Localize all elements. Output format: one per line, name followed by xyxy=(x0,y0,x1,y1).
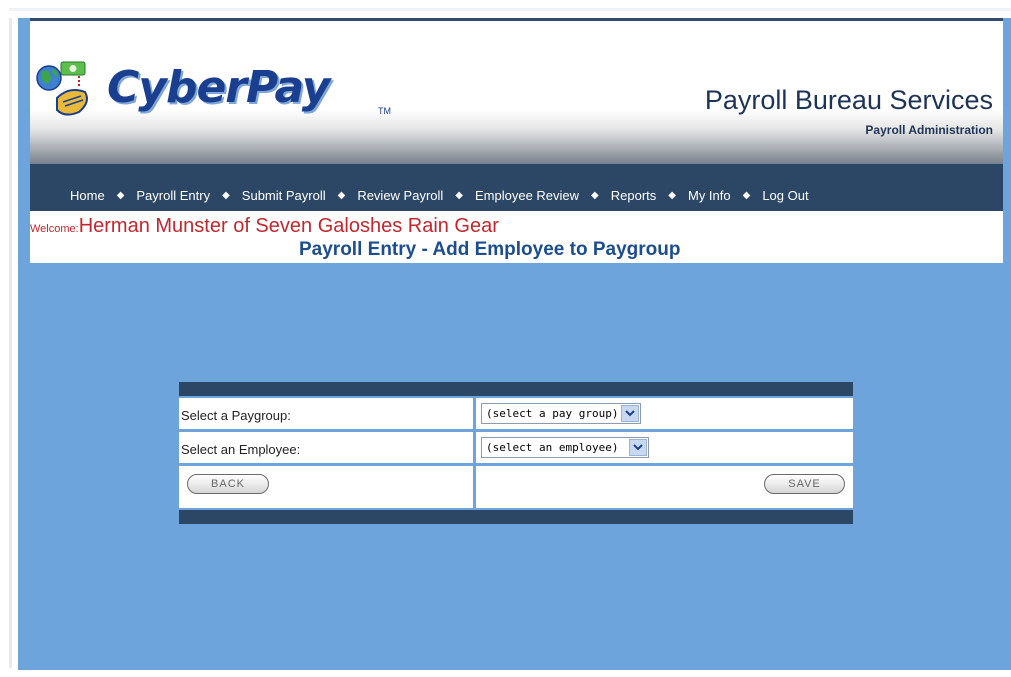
form-header-bar xyxy=(179,382,853,396)
nav-employee-review[interactable]: Employee Review xyxy=(475,188,579,203)
nav-home[interactable]: Home xyxy=(70,188,105,203)
header: CyberPay TM Payroll Bureau Services Payr… xyxy=(30,18,1003,163)
logo[interactable]: CyberPay TM xyxy=(35,58,415,128)
employee-label: Select an Employee: xyxy=(181,442,301,457)
employee-select[interactable]: (select an employee) xyxy=(481,437,649,458)
back-cell: BACK xyxy=(179,466,473,508)
add-employee-form: Select a Paygroup: (select a pay group) … xyxy=(179,382,853,524)
paygroup-label: Select a Paygroup: xyxy=(181,408,291,423)
nav-payroll-entry[interactable]: Payroll Entry xyxy=(136,188,210,203)
logo-trademark: TM xyxy=(378,106,391,116)
nav-separator-icon: ◆ xyxy=(222,190,230,201)
form-footer-bar xyxy=(179,510,853,524)
globe-money-phone-icon xyxy=(36,61,88,116)
welcome-user-name: Herman Munster of Seven Galoshes Rain Ge… xyxy=(78,215,499,237)
welcome-label: Welcome: xyxy=(30,223,79,235)
employee-label-cell: Select an Employee: xyxy=(179,432,473,463)
chevron-down-icon[interactable] xyxy=(621,405,639,422)
chevron-down-icon[interactable] xyxy=(629,439,647,456)
nav-separator-icon: ◆ xyxy=(455,190,463,201)
nav-separator-icon: ◆ xyxy=(591,190,599,201)
employee-select-value: (select an employee) xyxy=(486,441,619,454)
window-top-edge xyxy=(9,8,1011,11)
nav-review-payroll[interactable]: Review Payroll xyxy=(357,188,443,203)
welcome-band: Welcome:Herman Munster of Seven Galoshes… xyxy=(30,211,1003,263)
brand-subtitle: Payroll Administration xyxy=(865,123,993,137)
paygroup-select-value: (select a pay group) xyxy=(486,407,619,420)
back-button[interactable]: BACK xyxy=(187,474,269,494)
main-nav: Home ◆ Payroll Entry ◆ Submit Payroll ◆ … xyxy=(30,163,1003,211)
window-left-edge xyxy=(9,18,12,668)
welcome-message: Welcome:Herman Munster of Seven Galoshes… xyxy=(30,215,499,238)
save-cell: SAVE xyxy=(476,466,853,508)
paygroup-select-cell: (select a pay group) xyxy=(476,398,853,429)
page-title: Payroll Entry - Add Employee to Paygroup xyxy=(299,239,681,260)
nav-separator-icon: ◆ xyxy=(668,190,676,201)
nav-separator-icon: ◆ xyxy=(742,190,751,201)
nav-separator-icon: ◆ xyxy=(337,190,346,201)
nav-reports[interactable]: Reports xyxy=(611,188,657,203)
nav-separator-icon: ◆ xyxy=(116,190,125,201)
nav-submit-payroll[interactable]: Submit Payroll xyxy=(242,188,326,203)
employee-select-cell: (select an employee) xyxy=(476,432,853,463)
logo-text: CyberPay xyxy=(107,62,330,113)
nav-log-out[interactable]: Log Out xyxy=(762,188,808,203)
paygroup-label-cell: Select a Paygroup: xyxy=(179,398,473,429)
paygroup-select[interactable]: (select a pay group) xyxy=(481,403,641,424)
form-body: Select a Paygroup: (select a pay group) … xyxy=(179,396,853,510)
brand-title: Payroll Bureau Services xyxy=(704,85,993,115)
save-button[interactable]: SAVE xyxy=(764,474,845,494)
nav-my-info[interactable]: My Info xyxy=(688,188,731,203)
